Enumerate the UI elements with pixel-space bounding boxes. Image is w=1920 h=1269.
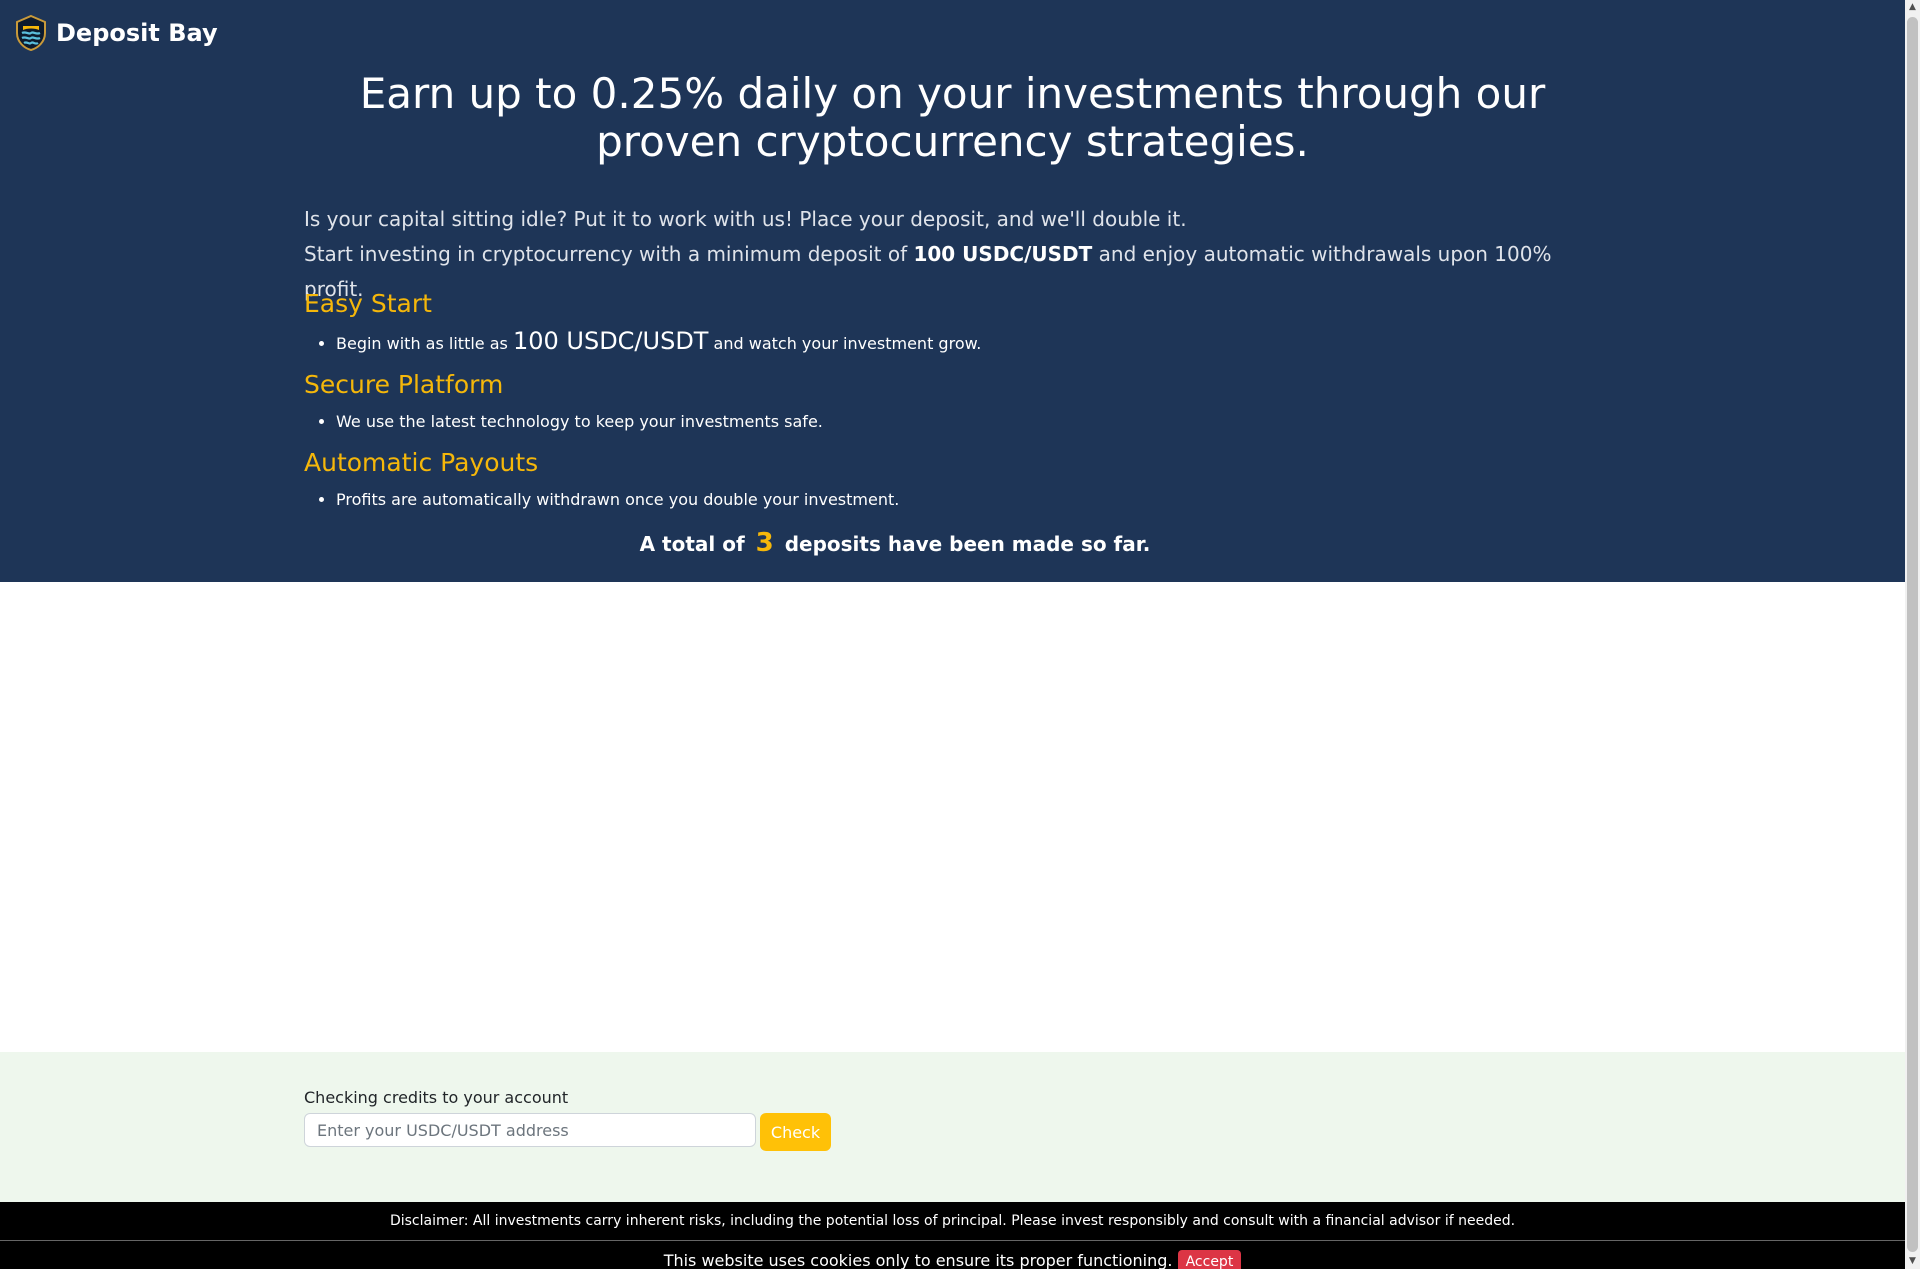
intro-line-2-text: Start investing in cryptocurrency with a…	[304, 242, 914, 266]
feature-title-easy-start: Easy Start	[304, 289, 432, 318]
shield-waves-icon	[16, 14, 46, 52]
brand[interactable]: Deposit Bay	[14, 14, 218, 52]
feature-amount: 100 USDC/USDT	[512, 327, 709, 355]
check-button[interactable]: Check	[760, 1113, 831, 1151]
address-input[interactable]	[304, 1113, 756, 1147]
feature-text-suffix: and watch your investment grow.	[708, 334, 982, 353]
scrollbar[interactable]: ▲ ▼	[1905, 0, 1920, 1269]
cookie-text: This website uses cookies only to ensure…	[663, 1251, 1173, 1269]
feature-item-easy-start: Begin with as little as 100 USDC/USDT an…	[336, 328, 1604, 357]
feature-list-automatic-payouts: Profits are automatically withdrawn once…	[304, 487, 1604, 513]
disclaimer: Disclaimer: All investments carry inhere…	[0, 1202, 1905, 1240]
feature-list-easy-start: Begin with as little as 100 USDC/USDT an…	[304, 328, 1604, 357]
feature-title-secure-platform: Secure Platform	[304, 370, 504, 399]
scroll-up-icon[interactable]: ▲	[1905, 0, 1920, 15]
total-suffix: deposits have been made so far.	[784, 532, 1151, 556]
feature-item-automatic-payouts: Profits are automatically withdrawn once…	[336, 487, 1604, 513]
scroll-down-icon[interactable]: ▼	[1905, 1254, 1920, 1269]
credits-check-section: Checking credits to your account Check	[0, 1052, 1905, 1202]
min-deposit-amount: 100 USDC/USDT	[913, 242, 1093, 266]
deposits-total: A total of 3 deposits have been made so …	[0, 528, 1790, 558]
scroll-thumb[interactable]	[1907, 17, 1918, 1252]
feature-item-secure-platform: We use the latest technology to keep you…	[336, 409, 1604, 435]
accept-cookies-button[interactable]: Accept	[1177, 1249, 1242, 1269]
deposits-count: 3	[755, 528, 774, 558]
hero-headline: Earn up to 0.25% daily on your investmen…	[359, 69, 1546, 166]
brand-name: Deposit Bay	[56, 19, 218, 47]
feature-text: Begin with as little as	[336, 334, 513, 353]
total-prefix: A total of	[639, 532, 745, 556]
credits-label: Checking credits to your account	[304, 1088, 569, 1107]
feature-title-automatic-payouts: Automatic Payouts	[304, 448, 539, 477]
features-list: Easy Start Begin with as little as 100 U…	[304, 286, 1604, 523]
cookie-banner: This website uses cookies only to ensure…	[0, 1241, 1905, 1269]
hero-section: Deposit Bay Earn up to 0.25% daily on yo…	[0, 0, 1905, 582]
feature-list-secure-platform: We use the latest technology to keep you…	[304, 409, 1604, 435]
content-area	[0, 582, 1905, 1052]
intro-line-1: Is your capital sitting idle? Put it to …	[304, 207, 1187, 231]
